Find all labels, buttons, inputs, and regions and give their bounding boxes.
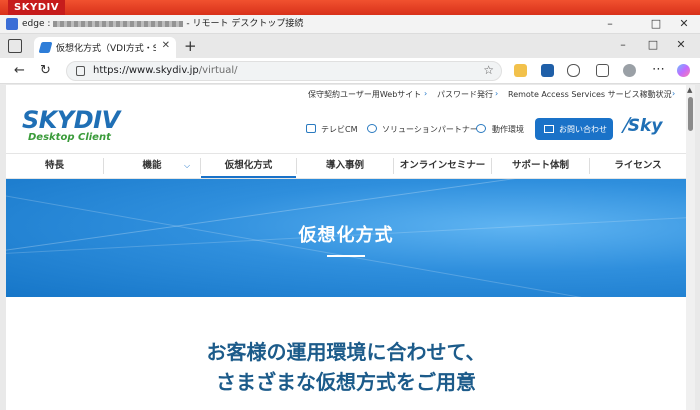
- tv-icon: [306, 124, 316, 133]
- collections-folder-icon[interactable]: [514, 64, 527, 77]
- browser-maximize-button[interactable]: □: [638, 37, 668, 53]
- sky-corp-logo[interactable]: ⧸Sky: [622, 116, 662, 136]
- profile-avatar-icon[interactable]: [623, 64, 636, 77]
- page-title: 仮想化方式: [298, 225, 394, 246]
- title-suffix: - リモート デスクトップ接続: [186, 19, 304, 29]
- tab-close-icon[interactable]: ✕: [162, 40, 170, 51]
- util-link-status[interactable]: Remote Access Services サービス稼動状況: [508, 89, 672, 100]
- new-tab-button[interactable]: +: [184, 37, 197, 55]
- favorite-star-icon[interactable]: ☆: [483, 63, 494, 77]
- scroll-up-icon[interactable]: ▲: [687, 86, 692, 94]
- url-path: /virtual/: [198, 65, 238, 76]
- util-link-password[interactable]: パスワード発行: [437, 89, 493, 100]
- extensions-puzzle-icon[interactable]: [567, 64, 580, 77]
- more-menu-button[interactable]: ⋯: [652, 62, 665, 77]
- gear-icon: [476, 124, 486, 133]
- tab-actions-icon[interactable]: [8, 39, 22, 53]
- close-button[interactable]: ✕: [669, 16, 699, 32]
- utility-links: 保守契約ユーザー用Webサイト › パスワード発行 › Remote Acces…: [6, 85, 686, 103]
- browser-close-button[interactable]: ✕: [666, 37, 696, 53]
- contact-button[interactable]: お問い合わせ: [535, 118, 613, 140]
- site-favicon-icon: [38, 42, 53, 53]
- header-link-partner[interactable]: ソリューションパートナー: [382, 124, 478, 135]
- lead-line-2: さまざまな仮想方式をご用意: [216, 370, 476, 394]
- maximize-button[interactable]: □: [641, 16, 671, 32]
- url-text[interactable]: https://www.skydiv.jp/virtual/: [93, 65, 238, 76]
- remote-desktop-titlebar: edge : - リモート デスクトップ接続 – □ ✕: [0, 15, 700, 34]
- title-underline: [327, 255, 365, 257]
- lead-line-1: お客様の運用環境に合わせて、: [206, 340, 486, 364]
- header-link-tvcm[interactable]: テレビCM: [321, 124, 358, 135]
- redacted-host: [53, 20, 184, 27]
- remote-brand-tab[interactable]: SKYDIV: [8, 0, 65, 15]
- nav-item-license[interactable]: ライセンス: [590, 154, 686, 178]
- skydiv-logo[interactable]: SKYDIV Desktop Client: [22, 106, 126, 144]
- page-scrollbar[interactable]: ▲: [686, 85, 695, 410]
- nav-item-seminar[interactable]: オンラインセミナー: [394, 154, 491, 178]
- remote-session-bar: SKYDIV: [0, 0, 700, 15]
- chevron-down-icon[interactable]: ⌵: [184, 161, 190, 171]
- page-viewport: 保守契約ユーザー用Webサイト › パスワード発行 › Remote Acces…: [6, 85, 686, 410]
- window-title: edge : - リモート デスクトップ接続: [22, 17, 303, 31]
- browser-minimize-button[interactable]: –: [608, 37, 638, 53]
- lead-heading: お客様の運用環境に合わせて、 さまざまな仮想方式をご用意: [6, 337, 686, 397]
- scrollbar-thumb[interactable]: [688, 97, 693, 131]
- reload-button[interactable]: ↻: [40, 63, 51, 78]
- mail-icon: [544, 125, 554, 133]
- logo-sub: Desktop Client: [28, 132, 111, 143]
- logo-main: SKYDIV: [22, 106, 120, 134]
- tab-title: 仮想化方式（VDI方式・SBC方: [56, 44, 156, 54]
- lock-icon[interactable]: [76, 66, 85, 76]
- partner-icon: [367, 124, 377, 133]
- util-chevron-icon: ›: [672, 89, 676, 98]
- util-chevron-icon: ›: [495, 89, 499, 98]
- app-name: edge :: [22, 19, 51, 29]
- copilot-icon[interactable]: [677, 64, 690, 77]
- url-origin: https://www.skydiv.jp: [93, 65, 199, 76]
- favorites-icon[interactable]: [596, 64, 609, 77]
- address-bar[interactable]: https://www.skydiv.jp/virtual/ ☆: [66, 61, 502, 81]
- address-toolbar: ← ↻ https://www.skydiv.jp/virtual/ ☆ ⋯: [0, 58, 700, 84]
- util-chevron-icon: ›: [424, 89, 428, 98]
- util-link-maintenance[interactable]: 保守契約ユーザー用Webサイト: [308, 89, 421, 100]
- contact-label: お問い合わせ: [559, 125, 607, 134]
- minimize-button[interactable]: –: [595, 16, 625, 32]
- corp-logo-text: Sky: [627, 116, 663, 136]
- extension-icon[interactable]: [541, 64, 554, 77]
- hero-banner: 仮想化方式: [6, 179, 686, 297]
- nav-item-support[interactable]: サポート体制: [492, 154, 589, 178]
- site-header: SKYDIV Desktop Client テレビCM ソリューションパートナー…: [6, 103, 686, 153]
- global-nav: 特長 機能 ⌵ 仮想化方式 導入事例 オンラインセミナー サポート体制 ライセン…: [6, 153, 686, 179]
- nav-item-virtualization[interactable]: 仮想化方式: [201, 154, 296, 178]
- browser-tabstrip: 仮想化方式（VDI方式・SBC方 ✕ + – □ ✕: [0, 34, 700, 58]
- screen: SKYDIV edge : - リモート デスクトップ接続 – □ ✕ 仮想化方式…: [0, 0, 700, 410]
- back-button[interactable]: ←: [14, 63, 25, 78]
- browser-tab-active[interactable]: 仮想化方式（VDI方式・SBC方 ✕: [34, 37, 176, 58]
- nav-item-case-studies[interactable]: 導入事例: [297, 154, 393, 178]
- nav-item-features[interactable]: 特長: [6, 154, 103, 178]
- header-link-environment[interactable]: 動作環境: [492, 124, 524, 135]
- app-icon: [6, 18, 18, 30]
